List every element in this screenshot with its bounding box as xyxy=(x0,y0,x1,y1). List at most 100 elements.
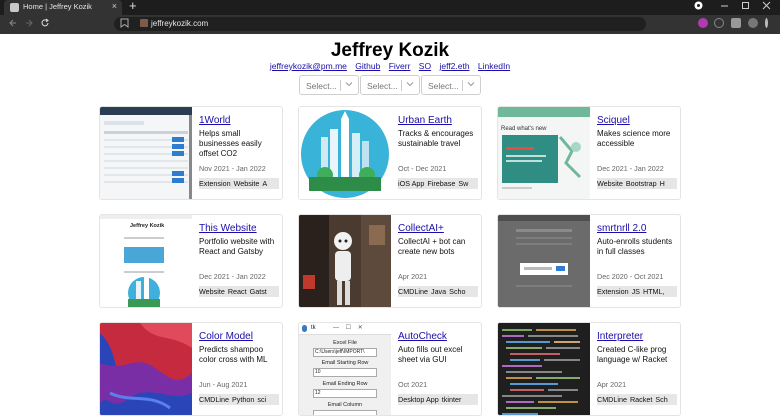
filter-select[interactable]: Select... xyxy=(299,75,359,95)
chevron-down-icon[interactable] xyxy=(467,80,475,90)
field-label: Email Column xyxy=(327,402,363,408)
bookmark-icon[interactable] xyxy=(120,18,129,30)
thumb-heading: Read what's new xyxy=(501,126,547,132)
tag: A xyxy=(262,179,268,188)
project-title-link[interactable]: AutoCheck xyxy=(398,331,478,342)
tag: Gatst xyxy=(249,287,267,296)
excel-path-field[interactable]: C:\Users\jeff\IMPORT\ xyxy=(313,348,377,357)
new-tab-button[interactable]: + xyxy=(129,0,137,13)
end-row-field[interactable]: 12 xyxy=(313,389,377,398)
project-description: CollectAI + bot can create new bots xyxy=(398,237,466,256)
tag: Python xyxy=(231,395,255,404)
back-icon[interactable] xyxy=(8,18,18,31)
project-tags: CMDLine Python sci xyxy=(199,394,279,405)
site-favicon-icon xyxy=(140,19,148,27)
project-info: AutoCheck Auto fills out excel sheet via… xyxy=(398,331,478,405)
maximize-icon[interactable] xyxy=(741,1,750,12)
project-card[interactable]: Jeffrey Kozik This Website Portfolio web… xyxy=(99,214,283,308)
forward-icon[interactable] xyxy=(24,18,34,31)
project-info: Sciquel Makes science more accessible De… xyxy=(597,115,677,189)
url-text[interactable]: jeffreykozik.com xyxy=(151,19,208,28)
project-title-link[interactable]: Sciquel xyxy=(597,115,677,126)
filter-select[interactable]: Select... xyxy=(421,75,481,95)
project-card[interactable]: Urban Earth Tracks & encourages sustaina… xyxy=(298,106,482,200)
tag: React xyxy=(227,287,247,296)
linkedin-link[interactable]: LinkedIn xyxy=(478,61,510,71)
project-thumbnail[interactable]: Read what's new xyxy=(498,107,590,199)
browser-tab-strip: Home | Jeffrey Kozik × + xyxy=(0,0,780,15)
profile-icon[interactable] xyxy=(694,1,703,12)
project-tags: Extension Website A xyxy=(199,178,279,189)
fiverr-link[interactable]: Fiverr xyxy=(389,61,411,71)
project-info: Color Model Predicts shampoo color cross… xyxy=(199,331,279,405)
browser-toolbar xyxy=(0,15,780,34)
project-title-link[interactable]: Interpreter xyxy=(597,331,677,342)
tag: iOS App xyxy=(398,179,425,188)
tab-home[interactable]: Home | Jeffrey Kozik × xyxy=(4,0,122,15)
filter-bar: Select... Select... Select... xyxy=(299,75,481,95)
project-title-link[interactable]: 1World xyxy=(199,115,279,126)
close-window-icon[interactable] xyxy=(762,1,771,12)
tag: Firebase xyxy=(427,179,456,188)
field-label: Email Ending Row xyxy=(322,381,368,387)
tag: tkinter xyxy=(441,395,462,404)
ens-link[interactable]: jeff2.eth xyxy=(439,61,469,71)
project-info: This Website Portfolio website with Reac… xyxy=(199,223,279,297)
project-thumbnail[interactable] xyxy=(498,215,590,307)
stackoverflow-link[interactable]: SO xyxy=(419,61,431,71)
project-date: Apr 2021 xyxy=(597,380,627,389)
filter-placeholder: Select... xyxy=(306,81,337,91)
project-card[interactable]: tk — ☐ ✕ Excel File C:\Users\jeff\IMPORT… xyxy=(298,322,482,416)
project-thumbnail[interactable]: tk — ☐ ✕ Excel File C:\Users\jeff\IMPORT… xyxy=(299,323,391,415)
tab-favicon-icon xyxy=(10,3,19,12)
filter-placeholder: Select... xyxy=(367,81,398,91)
project-thumbnail[interactable] xyxy=(299,107,391,199)
window-controls: — ☐ ✕ xyxy=(333,325,363,331)
project-thumbnail[interactable] xyxy=(100,323,192,415)
project-title-link[interactable]: CollectAI+ xyxy=(398,223,478,234)
extension-icon[interactable] xyxy=(714,18,724,28)
extensions-puzzle-icon[interactable] xyxy=(731,18,741,28)
project-card[interactable]: Interpreter Created C-like prog language… xyxy=(497,322,681,416)
project-card[interactable]: smrtnrll 2.0 Auto-enrolls students in fu… xyxy=(497,214,681,308)
project-description: Helps small businesses easily offset CO2 xyxy=(199,129,262,158)
project-title-link[interactable]: Urban Earth xyxy=(398,115,478,126)
minimize-icon[interactable] xyxy=(720,1,729,12)
github-link[interactable]: Github xyxy=(355,61,380,71)
tag: Website xyxy=(199,287,225,296)
tag: Website xyxy=(597,179,623,188)
project-title-link[interactable]: Color Model xyxy=(199,331,279,342)
project-thumbnail[interactable] xyxy=(100,107,192,199)
filter-select[interactable]: Select... xyxy=(360,75,420,95)
tab-title: Home | Jeffrey Kozik xyxy=(23,2,92,11)
tag: Website xyxy=(233,179,260,188)
chevron-down-icon[interactable] xyxy=(345,80,353,90)
field-label: Excel File xyxy=(333,340,357,346)
project-tags: CMDLine Racket Sch xyxy=(597,394,677,405)
tag: Desktop App xyxy=(398,395,439,404)
project-thumbnail[interactable]: Jeffrey Kozik xyxy=(100,215,192,307)
project-tags: CMDLine Java Scho xyxy=(398,286,478,297)
project-info: smrtnrll 2.0 Auto-enrolls students in fu… xyxy=(597,223,677,297)
project-card[interactable]: Color Model Predicts shampoo color cross… xyxy=(99,322,283,416)
start-row-field[interactable]: 10 xyxy=(313,368,377,377)
project-card[interactable]: 1World Helps small businesses easily off… xyxy=(99,106,283,200)
column-field[interactable] xyxy=(313,410,377,415)
tab-close-icon[interactable]: × xyxy=(112,1,117,11)
tag: H xyxy=(659,179,665,188)
project-thumbnail[interactable] xyxy=(498,323,590,415)
project-card[interactable]: Read what's new Sciquel Makes science mo… xyxy=(497,106,681,200)
chevron-down-icon[interactable] xyxy=(406,80,414,90)
project-title-link[interactable]: This Website xyxy=(199,223,279,234)
project-thumbnail[interactable] xyxy=(299,215,391,307)
project-title-link[interactable]: smrtnrll 2.0 xyxy=(597,223,677,234)
reload-icon[interactable] xyxy=(40,18,50,31)
avatar[interactable] xyxy=(748,18,758,28)
email-link[interactable]: jeffreykozik@pm.me xyxy=(270,61,347,71)
project-date: Oct - Dec 2021 xyxy=(398,164,447,173)
menu-kebab-icon[interactable] xyxy=(765,18,768,28)
tag: Racket xyxy=(629,395,653,404)
project-card[interactable]: CollectAI+ CollectAI + bot can create ne… xyxy=(298,214,482,308)
extension-icon[interactable] xyxy=(698,18,708,28)
tag: Sch xyxy=(655,395,668,404)
